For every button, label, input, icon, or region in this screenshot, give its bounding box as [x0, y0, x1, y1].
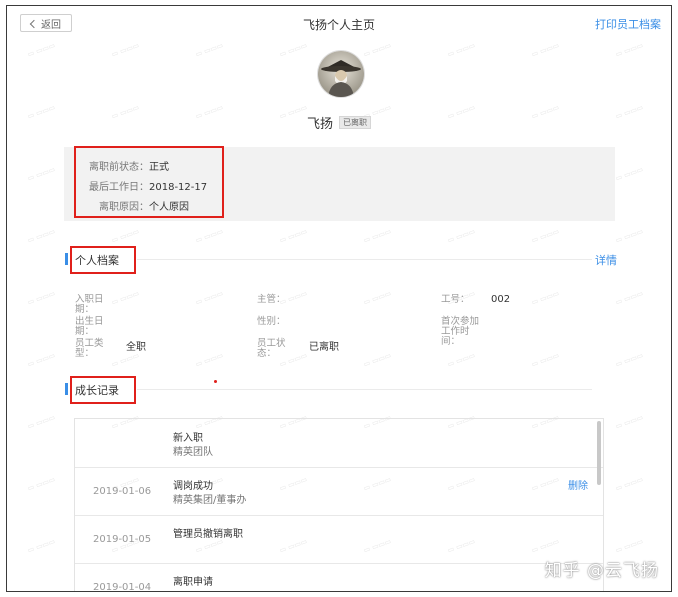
- record-title: 新入职: [173, 433, 203, 444]
- watermark-stamp: ▭ ▭▭▭: [530, 227, 561, 245]
- watermark-stamp: ▭ ▭▭▭: [26, 227, 57, 245]
- employee-name: 飞扬: [306, 117, 333, 132]
- watermark-stamp: ▭ ▭▭▭: [614, 165, 645, 183]
- watermark-stamp: ▭ ▭▭▭: [614, 413, 645, 431]
- watermark-stamp: ▭ ▭▭▭: [530, 351, 561, 369]
- avatar-image: [318, 51, 364, 97]
- watermark-stamp: ▭ ▭▭▭: [26, 289, 57, 307]
- divider: [137, 389, 592, 390]
- record-date: 2019-01-04: [93, 582, 152, 592]
- departure-status-row: 离职前状态：正式: [89, 158, 169, 173]
- profile-name-row: 飞扬 已离职: [7, 113, 671, 132]
- supervisor-label: 主管：: [257, 294, 286, 305]
- record-title: 管理员撤销离职: [173, 529, 243, 540]
- hire-date-label: 入职日期：: [75, 294, 104, 315]
- watermark-stamp: ▭ ▭▭▭: [278, 227, 309, 245]
- watermark-stamp: ▭ ▭▭▭: [614, 351, 645, 369]
- list-item: 新入职 精英团队: [75, 419, 603, 468]
- record-date: 2019-01-05: [93, 534, 152, 545]
- watermark-stamp: ▭ ▭▭▭: [614, 475, 645, 493]
- watermark-stamp: ▭ ▭▭▭: [110, 227, 141, 245]
- watermark-stamp: ▭ ▭▭▭: [446, 351, 477, 369]
- departure-status-label: 离职前状态：: [89, 162, 149, 173]
- list-item: 2019-01-06 调岗成功 精英集团/董事办 删除: [75, 467, 603, 516]
- departure-status-value: 正式: [149, 162, 169, 173]
- watermark-stamp: ▭ ▭▭▭: [26, 475, 57, 493]
- watermark-stamp: ▭ ▭▭▭: [530, 41, 561, 59]
- employee-type-label: 员工类型：: [75, 338, 104, 359]
- watermark-stamp: ▭ ▭▭▭: [362, 289, 393, 307]
- watermark-stamp: ▭ ▭▭▭: [110, 41, 141, 59]
- print-archive-link[interactable]: 打印员工档案: [595, 16, 661, 32]
- employee-type-value: 全职: [126, 342, 146, 353]
- list-item: 2019-01-05 管理员撤销离职: [75, 515, 603, 564]
- record-detail: 精英集团/董事办: [173, 495, 247, 506]
- divider: [137, 259, 592, 260]
- watermark-stamp: ▭ ▭▭▭: [26, 537, 57, 555]
- watermark-stamp: ▭ ▭▭▭: [110, 351, 141, 369]
- employee-id-label: 工号：: [441, 294, 470, 305]
- watermark-stamp: ▭ ▭▭▭: [362, 227, 393, 245]
- watermark-stamp: ▭ ▭▭▭: [614, 227, 645, 245]
- highlight-box: [70, 246, 136, 274]
- watermark-stamp: ▭ ▭▭▭: [194, 289, 225, 307]
- list-scrollbar[interactable]: [597, 421, 601, 485]
- watermark-stamp: ▭ ▭▭▭: [614, 41, 645, 59]
- last-workday-row: 最后工作日：2018-12-17: [89, 178, 207, 193]
- record-date: 2019-01-06: [93, 486, 152, 497]
- watermark-stamp: ▭ ▭▭▭: [194, 41, 225, 59]
- watermark-stamp: ▭ ▭▭▭: [194, 351, 225, 369]
- employee-status-value: 已离职: [309, 342, 339, 353]
- record-detail: 精英团队: [173, 447, 213, 458]
- employee-status-label: 员工状态：: [257, 338, 286, 359]
- red-dot: [214, 380, 217, 383]
- status-badge: 已离职: [339, 116, 371, 129]
- avatar: [318, 51, 364, 97]
- watermark-stamp: ▭ ▭▭▭: [446, 227, 477, 245]
- watermark-stamp: ▭ ▭▭▭: [26, 351, 57, 369]
- birth-date-label: 出生日期：: [75, 316, 104, 337]
- watermark-stamp: ▭ ▭▭▭: [614, 537, 645, 555]
- departure-reason-label: 离职原因：: [99, 202, 149, 213]
- watermark-stamp: ▭ ▭▭▭: [278, 41, 309, 59]
- departure-reason-value: 个人原因: [149, 202, 189, 213]
- record-title: 调岗成功: [173, 481, 213, 492]
- app-window: ▭ ▭▭▭ ▭ ▭▭▭ ▭ ▭▭▭ ▭ ▭▭▭ ▭ ▭▭▭ ▭ ▭▭▭ ▭ ▭▭▭ ▭ ▭▭▭…: [6, 5, 672, 592]
- watermark-stamp: ▭ ▭▭▭: [530, 289, 561, 307]
- highlight-box: [70, 376, 136, 404]
- watermark-stamp: ▭ ▭▭▭: [26, 41, 57, 59]
- page-title: 飞扬个人主页: [302, 18, 375, 32]
- growth-section-marker: [65, 383, 68, 395]
- watermark-stamp: ▭ ▭▭▭: [110, 289, 141, 307]
- watermark-stamp: ▭ ▭▭▭: [614, 289, 645, 307]
- watermark-stamp: ▭ ▭▭▭: [194, 227, 225, 245]
- growth-record-list[interactable]: 新入职 精英团队 2019-01-06 调岗成功 精英集团/董事办 删除 201…: [74, 418, 604, 592]
- first-work-label: 首次参加工作时间：: [441, 316, 480, 347]
- gender-label: 性别：: [257, 316, 286, 327]
- delete-record-button[interactable]: 删除: [568, 477, 588, 492]
- watermark-stamp: ▭ ▭▭▭: [446, 41, 477, 59]
- departure-reason-row: 离职原因：个人原因: [99, 198, 189, 213]
- last-workday-value: 2018-12-17: [149, 182, 208, 193]
- archive-section-marker: [65, 253, 68, 265]
- record-title: 离职申请: [173, 577, 213, 588]
- watermark-stamp: ▭ ▭▭▭: [362, 41, 393, 59]
- archive-detail-link[interactable]: 详情: [595, 252, 617, 268]
- watermark-stamp: ▭ ▭▭▭: [26, 413, 57, 431]
- watermark-stamp: ▭ ▭▭▭: [362, 351, 393, 369]
- watermark-stamp: ▭ ▭▭▭: [26, 165, 57, 183]
- last-workday-label: 最后工作日：: [89, 182, 149, 193]
- brand-watermark: 知乎 @云飞扬: [544, 561, 659, 581]
- list-item: 2019-01-04 离职申请: [75, 563, 603, 592]
- employee-id-value: 002: [491, 294, 511, 305]
